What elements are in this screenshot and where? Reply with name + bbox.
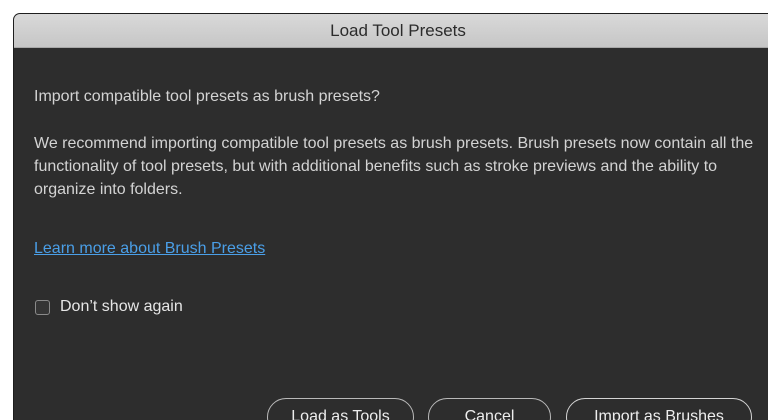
load-tool-presets-dialog: Load Tool Presets Import compatible tool…: [14, 14, 768, 420]
dont-show-again-option[interactable]: Don’t show again: [35, 298, 183, 316]
dont-show-again-checkbox[interactable]: [35, 299, 50, 315]
cancel-button[interactable]: Cancel: [428, 398, 551, 420]
learn-more-link[interactable]: Learn more about Brush Presets: [34, 240, 265, 258]
dialog-content: Import compatible tool presets as brush …: [14, 48, 768, 420]
dialog-button-row: Load as Tools Cancel Import as Brushes: [14, 398, 768, 420]
dialog-titlebar[interactable]: Load Tool Presets: [14, 14, 768, 48]
load-as-tools-button[interactable]: Load as Tools: [267, 398, 414, 420]
dialog-title: Load Tool Presets: [330, 20, 466, 40]
dialog-body-text: We recommend importing compatible tool p…: [34, 135, 754, 198]
dialog-question: Import compatible tool presets as brush …: [34, 88, 380, 105]
import-as-brushes-button[interactable]: Import as Brushes: [566, 398, 752, 420]
dont-show-again-label[interactable]: Don’t show again: [60, 298, 183, 316]
